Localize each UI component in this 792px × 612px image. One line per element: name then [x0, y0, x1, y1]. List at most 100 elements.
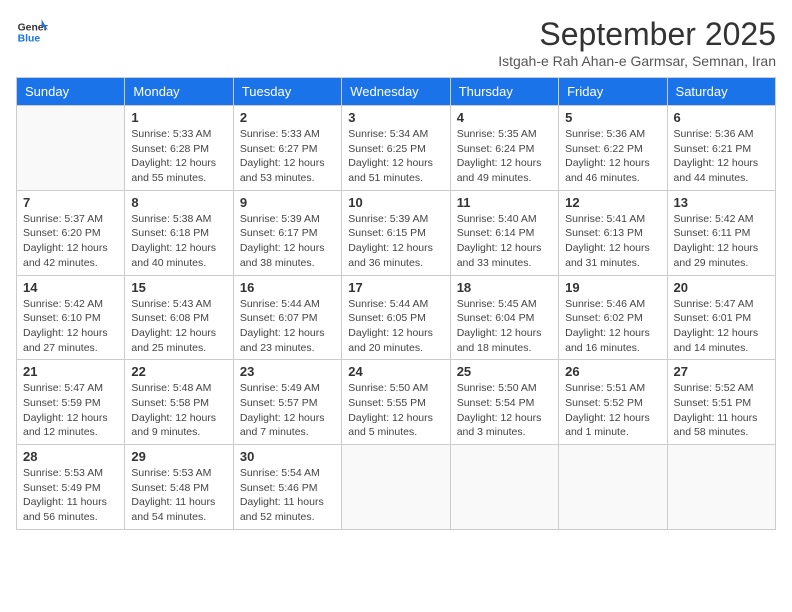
day-number: 13: [674, 195, 769, 210]
day-info: Sunrise: 5:36 AM Sunset: 6:22 PM Dayligh…: [565, 127, 660, 186]
day-number: 19: [565, 280, 660, 295]
day-number: 29: [131, 449, 226, 464]
day-info: Sunrise: 5:48 AM Sunset: 5:58 PM Dayligh…: [131, 381, 226, 440]
day-info: Sunrise: 5:46 AM Sunset: 6:02 PM Dayligh…: [565, 297, 660, 356]
weekday-header-tuesday: Tuesday: [233, 78, 341, 106]
day-info: Sunrise: 5:35 AM Sunset: 6:24 PM Dayligh…: [457, 127, 552, 186]
day-info: Sunrise: 5:44 AM Sunset: 6:07 PM Dayligh…: [240, 297, 335, 356]
day-number: 21: [23, 364, 118, 379]
calendar-cell: 26Sunrise: 5:51 AM Sunset: 5:52 PM Dayli…: [559, 360, 667, 445]
day-info: Sunrise: 5:42 AM Sunset: 6:11 PM Dayligh…: [674, 212, 769, 271]
weekday-header-wednesday: Wednesday: [342, 78, 450, 106]
calendar-cell: [559, 445, 667, 530]
calendar-cell: [450, 445, 558, 530]
week-row-4: 28Sunrise: 5:53 AM Sunset: 5:49 PM Dayli…: [17, 445, 776, 530]
svg-text:Blue: Blue: [18, 34, 41, 45]
day-number: 30: [240, 449, 335, 464]
calendar-cell: 16Sunrise: 5:44 AM Sunset: 6:07 PM Dayli…: [233, 275, 341, 360]
weekday-header-friday: Friday: [559, 78, 667, 106]
calendar-cell: 17 Sunrise: 5:44 AM Sunset: 6:05 PM Dayli…: [342, 275, 450, 360]
day-info: Sunrise: 5:43 AM Sunset: 6:08 PM Dayligh…: [131, 297, 226, 356]
day-number: 23: [240, 364, 335, 379]
calendar-cell: 30 Sunrise: 5:54 AM Sunset: 5:46 PM Dayli…: [233, 445, 341, 530]
calendar-cell: [667, 445, 775, 530]
week-row-3: 21 Sunrise: 5:47 AM Sunset: 5:59 PM Dayli…: [17, 360, 776, 445]
calendar-cell: 9 Sunrise: 5:39 AM Sunset: 6:17 PM Daylig…: [233, 190, 341, 275]
calendar-cell: 18 Sunrise: 5:45 AM Sunset: 6:04 PM Dayli…: [450, 275, 558, 360]
location-title: Istgah-e Rah Ahan-e Garmsar, Semnan, Ira…: [498, 53, 776, 69]
title-block: September 2025 Istgah-e Rah Ahan-e Garms…: [498, 16, 776, 69]
day-number: 15: [131, 280, 226, 295]
day-info: Sunrise: 5:33 AM Sunset: 6:27 PM Dayligh…: [240, 127, 335, 186]
day-info: Sunrise: 5:42 AM Sunset: 6:10 PM Dayligh…: [23, 297, 118, 356]
logo-icon: General Blue: [16, 16, 48, 48]
day-info: Sunrise: 5:45 AM Sunset: 6:04 PM Dayligh…: [457, 297, 552, 356]
calendar-cell: [342, 445, 450, 530]
day-number: 3: [348, 110, 443, 125]
calendar-cell: 1Sunrise: 5:33 AM Sunset: 6:28 PM Daylig…: [125, 106, 233, 191]
day-info: Sunrise: 5:54 AM Sunset: 5:46 PM Dayligh…: [240, 466, 335, 525]
day-info: Sunrise: 5:49 AM Sunset: 5:57 PM Dayligh…: [240, 381, 335, 440]
calendar-cell: 11 Sunrise: 5:40 AM Sunset: 6:14 PM Dayli…: [450, 190, 558, 275]
calendar-cell: 24Sunrise: 5:50 AM Sunset: 5:55 PM Dayli…: [342, 360, 450, 445]
calendar-cell: 21 Sunrise: 5:47 AM Sunset: 5:59 PM Dayli…: [17, 360, 125, 445]
calendar-cell: 29 Sunrise: 5:53 AM Sunset: 5:48 PM Dayli…: [125, 445, 233, 530]
day-info: Sunrise: 5:47 AM Sunset: 6:01 PM Dayligh…: [674, 297, 769, 356]
day-number: 6: [674, 110, 769, 125]
day-number: 14: [23, 280, 118, 295]
week-row-0: 1Sunrise: 5:33 AM Sunset: 6:28 PM Daylig…: [17, 106, 776, 191]
calendar-cell: 23 Sunrise: 5:49 AM Sunset: 5:57 PM Dayli…: [233, 360, 341, 445]
calendar-cell: 27Sunrise: 5:52 AM Sunset: 5:51 PM Dayli…: [667, 360, 775, 445]
day-number: 9: [240, 195, 335, 210]
day-number: 18: [457, 280, 552, 295]
day-number: 8: [131, 195, 226, 210]
day-number: 2: [240, 110, 335, 125]
weekday-header-row: SundayMondayTuesdayWednesdayThursdayFrid…: [17, 78, 776, 106]
day-info: Sunrise: 5:39 AM Sunset: 6:17 PM Dayligh…: [240, 212, 335, 271]
calendar-cell: 25 Sunrise: 5:50 AM Sunset: 5:54 PM Dayli…: [450, 360, 558, 445]
day-info: Sunrise: 5:53 AM Sunset: 5:49 PM Dayligh…: [23, 466, 118, 525]
day-info: Sunrise: 5:50 AM Sunset: 5:54 PM Dayligh…: [457, 381, 552, 440]
calendar-cell: 12 Sunrise: 5:41 AM Sunset: 6:13 PM Dayli…: [559, 190, 667, 275]
day-info: Sunrise: 5:53 AM Sunset: 5:48 PM Dayligh…: [131, 466, 226, 525]
month-title: September 2025: [498, 16, 776, 53]
day-info: Sunrise: 5:47 AM Sunset: 5:59 PM Dayligh…: [23, 381, 118, 440]
day-info: Sunrise: 5:38 AM Sunset: 6:18 PM Dayligh…: [131, 212, 226, 271]
week-row-2: 14 Sunrise: 5:42 AM Sunset: 6:10 PM Dayli…: [17, 275, 776, 360]
calendar-cell: 28Sunrise: 5:53 AM Sunset: 5:49 PM Dayli…: [17, 445, 125, 530]
day-number: 17: [348, 280, 443, 295]
calendar-cell: 6Sunrise: 5:36 AM Sunset: 6:21 PM Daylig…: [667, 106, 775, 191]
weekday-header-thursday: Thursday: [450, 78, 558, 106]
calendar-cell: [17, 106, 125, 191]
weekday-header-sunday: Sunday: [17, 78, 125, 106]
calendar-cell: 10Sunrise: 5:39 AM Sunset: 6:15 PM Dayli…: [342, 190, 450, 275]
day-number: 25: [457, 364, 552, 379]
calendar-cell: 5Sunrise: 5:36 AM Sunset: 6:22 PM Daylig…: [559, 106, 667, 191]
calendar-cell: 2 Sunrise: 5:33 AM Sunset: 6:27 PM Daylig…: [233, 106, 341, 191]
calendar-cell: 19 Sunrise: 5:46 AM Sunset: 6:02 PM Dayli…: [559, 275, 667, 360]
calendar-cell: 14 Sunrise: 5:42 AM Sunset: 6:10 PM Dayli…: [17, 275, 125, 360]
day-number: 7: [23, 195, 118, 210]
calendar-cell: 8 Sunrise: 5:38 AM Sunset: 6:18 PM Daylig…: [125, 190, 233, 275]
calendar-cell: 22 Sunrise: 5:48 AM Sunset: 5:58 PM Dayli…: [125, 360, 233, 445]
day-info: Sunrise: 5:44 AM Sunset: 6:05 PM Dayligh…: [348, 297, 443, 356]
day-number: 11: [457, 195, 552, 210]
calendar: SundayMondayTuesdayWednesdayThursdayFrid…: [16, 77, 776, 530]
calendar-cell: 7 Sunrise: 5:37 AM Sunset: 6:20 PM Daylig…: [17, 190, 125, 275]
day-number: 1: [131, 110, 226, 125]
logo: General Blue: [16, 16, 48, 48]
day-number: 10: [348, 195, 443, 210]
weekday-header-saturday: Saturday: [667, 78, 775, 106]
day-number: 22: [131, 364, 226, 379]
week-row-1: 7 Sunrise: 5:37 AM Sunset: 6:20 PM Daylig…: [17, 190, 776, 275]
day-info: Sunrise: 5:37 AM Sunset: 6:20 PM Dayligh…: [23, 212, 118, 271]
day-info: Sunrise: 5:34 AM Sunset: 6:25 PM Dayligh…: [348, 127, 443, 186]
day-number: 26: [565, 364, 660, 379]
day-number: 12: [565, 195, 660, 210]
calendar-cell: 4Sunrise: 5:35 AM Sunset: 6:24 PM Daylig…: [450, 106, 558, 191]
day-info: Sunrise: 5:50 AM Sunset: 5:55 PM Dayligh…: [348, 381, 443, 440]
day-info: Sunrise: 5:41 AM Sunset: 6:13 PM Dayligh…: [565, 212, 660, 271]
calendar-cell: 15 Sunrise: 5:43 AM Sunset: 6:08 PM Dayli…: [125, 275, 233, 360]
day-info: Sunrise: 5:52 AM Sunset: 5:51 PM Dayligh…: [674, 381, 769, 440]
day-info: Sunrise: 5:40 AM Sunset: 6:14 PM Dayligh…: [457, 212, 552, 271]
